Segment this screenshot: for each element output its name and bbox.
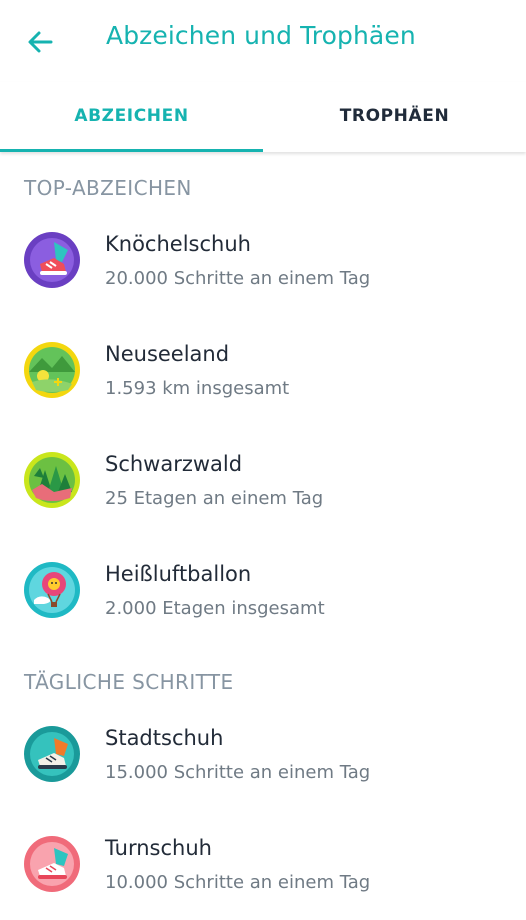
badge-description: 2.000 Etagen insgesamt (105, 598, 325, 619)
badge-name: Stadtschuh (105, 726, 224, 750)
section-header-top-badges: TOP-ABZEICHEN (24, 176, 192, 200)
badge-description: 20.000 Schritte an einem Tag (105, 268, 371, 289)
badge-description: 25 Etagen an einem Tag (105, 488, 324, 509)
badge-name: Neuseeland (105, 342, 230, 366)
badge-name: Knöchelschuh (105, 232, 251, 256)
app-bar: Abzeichen und Trophäen (0, 0, 526, 82)
badge-description: 10.000 Schritte an einem Tag (105, 872, 371, 893)
list-item[interactable]: Heißluftballon 2.000 Etagen insgesamt (0, 546, 526, 646)
badge-name: Turnschuh (105, 836, 212, 860)
tab-bar: ABZEICHEN TROPHÄEN (0, 82, 526, 152)
arrow-left-icon (28, 31, 53, 53)
tab-indicator (0, 149, 263, 152)
list-item[interactable]: Neuseeland 1.593 km insgesamt (0, 326, 526, 426)
page-title: Abzeichen und Trophäen (106, 21, 416, 50)
list-item[interactable]: Schwarzwald 25 Etagen an einem Tag (0, 436, 526, 536)
tab-trophies[interactable]: TROPHÄEN (263, 82, 526, 150)
badge-description: 1.593 km insgesamt (105, 378, 290, 399)
section-header-daily-steps: TÄGLICHE SCHRITTE (24, 670, 234, 694)
badge-description: 15.000 Schritte an einem Tag (105, 762, 371, 783)
new-zealand-badge-icon (24, 342, 80, 398)
back-button[interactable] (22, 24, 58, 60)
black-forest-badge-icon (24, 452, 80, 508)
sneaker-badge-icon (24, 836, 80, 892)
badge-name: Schwarzwald (105, 452, 243, 476)
ankle-shoe-badge-icon (24, 232, 80, 288)
city-shoe-badge-icon (24, 726, 80, 782)
list-item[interactable]: Stadtschuh 15.000 Schritte an einem Tag (0, 710, 526, 810)
hot-air-balloon-badge-icon (24, 562, 80, 618)
list-item[interactable]: Turnschuh 10.000 Schritte an einem Tag (0, 820, 526, 920)
list-item[interactable]: Knöchelschuh 20.000 Schritte an einem Ta… (0, 216, 526, 316)
tab-badges[interactable]: ABZEICHEN (0, 82, 263, 150)
badge-name: Heißluftballon (105, 562, 252, 586)
